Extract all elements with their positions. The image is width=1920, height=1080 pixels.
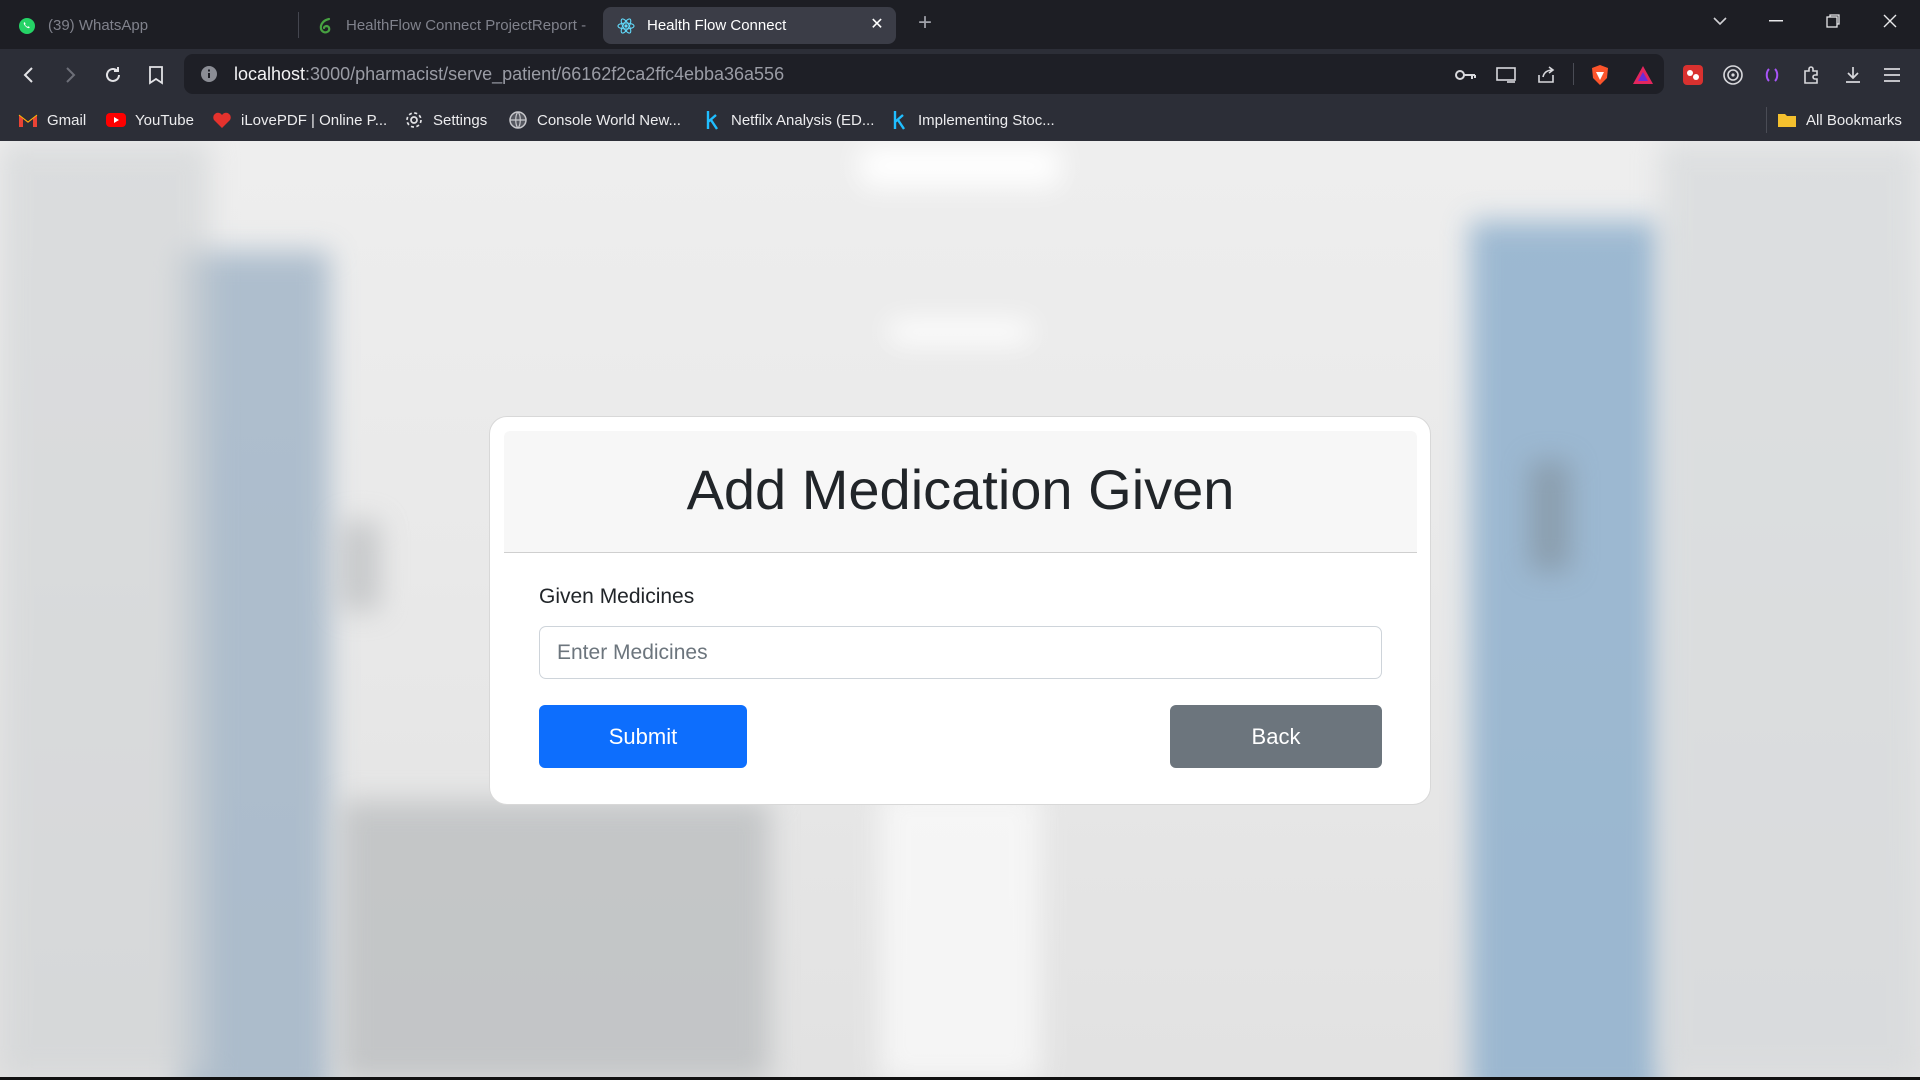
site-info-icon[interactable] bbox=[200, 65, 218, 83]
bookmark-label: Gmail bbox=[47, 111, 87, 129]
toolbar-divider bbox=[1573, 63, 1574, 85]
extension-brackets-icon[interactable] bbox=[1756, 59, 1788, 91]
bookmark-settings[interactable]: Settings bbox=[404, 108, 487, 132]
bookmark-ilovepdf[interactable]: iLovePDF | Online P... bbox=[212, 108, 387, 132]
url-text: localhost:3000/pharmacist/serve_patient/… bbox=[234, 64, 784, 85]
back-button[interactable]: Back bbox=[1170, 705, 1382, 768]
whatsapp-icon bbox=[18, 17, 36, 35]
gear-icon bbox=[404, 110, 424, 130]
forward-arrow-icon[interactable] bbox=[54, 59, 86, 91]
window-close-icon[interactable] bbox=[1870, 6, 1910, 36]
all-bookmarks-folder[interactable]: All Bookmarks bbox=[1777, 108, 1902, 132]
page-viewport: Add Medication Given Given Medicines Sub… bbox=[0, 141, 1920, 1078]
brave-rewards-icon[interactable] bbox=[1631, 63, 1655, 87]
bookmark-gmail[interactable]: Gmail bbox=[18, 108, 86, 132]
back-arrow-icon[interactable] bbox=[13, 59, 45, 91]
tab-search-chevron-icon[interactable] bbox=[1700, 6, 1740, 36]
browser-tab-bar: (39) WhatsApp HealthFlow Connect Project… bbox=[0, 0, 1920, 49]
gmail-icon bbox=[18, 110, 38, 130]
page-title: Add Medication Given bbox=[686, 458, 1235, 521]
extension-red-icon[interactable] bbox=[1677, 59, 1709, 91]
bookmark-icon[interactable] bbox=[140, 59, 172, 91]
bookmark-implementing-stock[interactable]: Implementing Stoc... bbox=[889, 108, 1055, 132]
youtube-icon bbox=[106, 110, 126, 130]
kaggle-icon bbox=[889, 110, 909, 130]
tab-title: (39) WhatsApp bbox=[48, 17, 149, 34]
minimize-icon[interactable] bbox=[1756, 6, 1796, 36]
medicines-input[interactable] bbox=[539, 626, 1382, 679]
react-icon bbox=[617, 17, 635, 35]
download-icon[interactable] bbox=[1837, 59, 1869, 91]
cast-icon[interactable] bbox=[1494, 63, 1518, 87]
bg-door-handle bbox=[1530, 461, 1570, 571]
tab-health-flow-connect[interactable]: Health Flow Connect ✕ bbox=[603, 7, 896, 44]
kaggle-icon bbox=[702, 110, 722, 130]
address-bar[interactable]: localhost:3000/pharmacist/serve_patient/… bbox=[184, 54, 1664, 94]
bg-wall-sign bbox=[340, 521, 380, 611]
bookmark-label: YouTube bbox=[135, 111, 194, 129]
url-path: :3000/pharmacist/serve_patient/66162f2ca… bbox=[305, 64, 785, 84]
bookmark-label: Settings bbox=[433, 111, 488, 129]
bg-hospital-bed bbox=[340, 801, 770, 1078]
tab-title: HealthFlow Connect ProjectReport - bbox=[346, 17, 587, 34]
bookmarks-divider bbox=[1766, 107, 1767, 133]
bg-ceiling-light bbox=[860, 146, 1060, 186]
bg-floor-reflection bbox=[880, 791, 1040, 1078]
globe-icon bbox=[508, 110, 528, 130]
bookmarks-bar: Gmail YouTube iLovePDF | Online P... Set… bbox=[0, 100, 1920, 141]
bookmark-label: Console World New... bbox=[537, 111, 681, 129]
tab-whatsapp[interactable]: (39) WhatsApp bbox=[4, 7, 296, 44]
submit-button[interactable]: Submit bbox=[539, 705, 747, 768]
ilovepdf-icon bbox=[212, 110, 232, 130]
brave-shield-icon[interactable] bbox=[1588, 63, 1612, 87]
bookmark-console-world[interactable]: Console World New... bbox=[508, 108, 681, 132]
overleaf-icon bbox=[316, 17, 334, 35]
bg-ceiling-light-far bbox=[890, 321, 1030, 343]
bg-door-right bbox=[1470, 221, 1660, 1078]
bookmark-youtube[interactable]: YouTube bbox=[106, 108, 194, 132]
all-bookmarks-label: All Bookmarks bbox=[1806, 111, 1902, 129]
new-tab-plus-icon[interactable]: + bbox=[912, 10, 938, 36]
share-icon[interactable] bbox=[1534, 63, 1558, 87]
key-icon[interactable] bbox=[1454, 63, 1478, 87]
medication-form-card: Add Medication Given Given Medicines Sub… bbox=[489, 416, 1431, 805]
reload-icon[interactable] bbox=[97, 59, 129, 91]
extension-circle-icon[interactable] bbox=[1717, 59, 1749, 91]
extensions-puzzle-icon[interactable] bbox=[1796, 59, 1828, 91]
bookmark-label: Implementing Stoc... bbox=[918, 111, 1055, 129]
card-header: Add Medication Given bbox=[504, 431, 1417, 553]
close-icon[interactable]: ✕ bbox=[868, 16, 886, 34]
restore-icon[interactable] bbox=[1813, 6, 1853, 36]
folder-icon bbox=[1777, 110, 1797, 130]
tab-title: Health Flow Connect bbox=[647, 17, 787, 34]
url-host: localhost bbox=[234, 64, 306, 84]
browser-toolbar: localhost:3000/pharmacist/serve_patient/… bbox=[0, 49, 1920, 100]
given-medicines-label: Given Medicines bbox=[539, 585, 695, 608]
bookmark-label: iLovePDF | Online P... bbox=[241, 111, 388, 129]
tab-divider bbox=[298, 12, 299, 38]
tab-overleaf[interactable]: HealthFlow Connect ProjectReport - bbox=[302, 7, 592, 44]
bookmark-label: Netfilx Analysis (ED... bbox=[731, 111, 875, 129]
bookmark-netflix-analysis[interactable]: Netfilx Analysis (ED... bbox=[702, 108, 874, 132]
menu-icon[interactable] bbox=[1876, 59, 1908, 91]
bg-wall-left bbox=[0, 141, 210, 1078]
bg-wall-right bbox=[1660, 141, 1920, 1078]
